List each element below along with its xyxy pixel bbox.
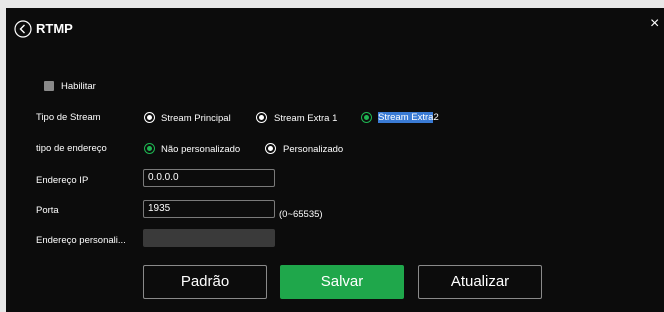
enable-checkbox[interactable]: [44, 81, 54, 91]
radio-label-personalizado: Personalizado: [283, 144, 344, 155]
panel-header: RTMP ×: [6, 8, 664, 50]
radio-personalizado[interactable]: [265, 143, 276, 154]
radio-label-stream-extra-1: Stream Extra 1: [274, 113, 338, 124]
radio-stream-extra-2[interactable]: [361, 112, 372, 123]
save-button[interactable]: Salvar: [280, 265, 404, 299]
address-type-label: tipo de endereço: [36, 143, 107, 154]
custom-address-label: Endereço personali...: [36, 235, 126, 246]
custom-address-field: [143, 229, 275, 247]
rtmp-panel: RTMP × Habilitar Tipo de Stream Stream P…: [6, 8, 664, 312]
ip-field[interactable]: 0.0.0.0: [143, 169, 275, 187]
selected-text: Stream Extra: [378, 112, 434, 123]
radio-label-nao-personalizado: Não personalizado: [161, 144, 241, 155]
back-circle-arrow-icon[interactable]: [14, 20, 32, 38]
port-range: (0~65535): [279, 209, 323, 220]
radio-stream-extra-1[interactable]: [256, 112, 267, 123]
port-field[interactable]: 1935: [143, 200, 275, 218]
refresh-button[interactable]: Atualizar: [418, 265, 542, 299]
radio-label-stream-extra-2: Stream Extra2: [378, 112, 439, 123]
radio-label-stream-principal: Stream Principal: [161, 113, 231, 124]
ip-label: Endereço IP: [36, 175, 89, 186]
page-title: RTMP: [36, 21, 73, 36]
default-button[interactable]: Padrão: [143, 265, 267, 299]
enable-label: Habilitar: [61, 81, 96, 92]
stream-type-label: Tipo de Stream: [36, 112, 101, 123]
close-icon[interactable]: ×: [650, 16, 659, 32]
selected-text-rest: 2: [433, 112, 439, 123]
port-label: Porta: [36, 205, 59, 216]
radio-stream-principal[interactable]: [144, 112, 155, 123]
radio-nao-personalizado[interactable]: [144, 143, 155, 154]
